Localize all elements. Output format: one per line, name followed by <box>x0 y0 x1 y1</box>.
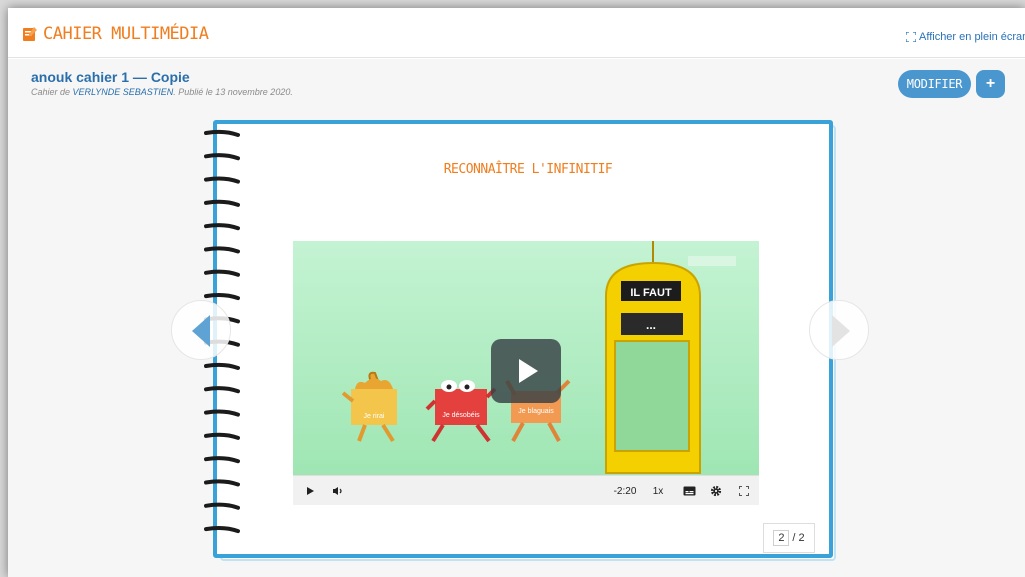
settings-icon <box>710 485 722 497</box>
spiral-ring <box>204 129 240 137</box>
captions-button[interactable] <box>678 476 700 505</box>
character-3-label: Je blaguais <box>518 408 554 415</box>
spiral-ring <box>204 432 240 440</box>
play-icon <box>307 487 314 495</box>
fullscreen-link[interactable]: Afficher en plein écran <box>906 31 1025 43</box>
next-arrow-icon <box>832 315 850 347</box>
top-bar: CAHIER MULTIMÉDIA Afficher en plein écra… <box>8 8 1025 58</box>
time-remaining: -2:20 <box>613 485 637 497</box>
document-title: anouk cahier 1 — Copie <box>31 69 190 85</box>
spiral-ring <box>204 479 240 487</box>
main-content: anouk cahier 1 — Copie Cahier de VERLYND… <box>8 59 1025 577</box>
play-overlay-button[interactable] <box>491 339 561 403</box>
fullscreen-video-icon <box>739 486 749 496</box>
play-icon <box>519 359 538 383</box>
spiral-ring <box>204 223 240 231</box>
spiral-ring <box>204 176 240 184</box>
playback-speed-button[interactable]: 1x <box>647 476 669 505</box>
progress-bar[interactable] <box>353 476 603 505</box>
subtitle-suffix: . Publié le 13 novembre 2020. <box>173 87 293 97</box>
fullscreen-label: Afficher en plein écran <box>919 31 1025 43</box>
fullscreen-icon <box>906 32 916 42</box>
settings-button[interactable] <box>705 476 727 505</box>
spiral-ring <box>204 246 240 254</box>
previous-page-button[interactable] <box>171 300 231 360</box>
sign-label: IL FAUT <box>630 287 672 299</box>
author-link[interactable]: VERLYNDE SEBASTIEN <box>73 87 174 97</box>
spiral-ring <box>204 292 240 301</box>
fullscreen-video-button[interactable] <box>733 476 755 505</box>
modify-button[interactable]: MODIFIER <box>898 70 971 98</box>
spiral-ring <box>204 456 240 464</box>
character-1-label: Je rirai <box>363 413 384 420</box>
add-button[interactable]: + <box>976 70 1005 98</box>
page-total: / 2 <box>792 532 805 544</box>
page-number-input[interactable] <box>773 530 790 546</box>
page-indicator: / 2 <box>763 523 815 553</box>
sign-dots: ... <box>646 318 656 332</box>
control-play-button[interactable] <box>299 476 321 505</box>
volume-icon <box>333 487 342 495</box>
captions-icon <box>683 486 695 496</box>
spiral-ring <box>204 362 240 370</box>
lesson-title: RECONNAÎTRE L'INFINITIF <box>443 162 613 177</box>
spiral-ring <box>204 199 240 207</box>
spiral-ring <box>204 409 240 417</box>
next-page-button[interactable] <box>809 300 869 360</box>
spiral-ring <box>204 525 240 534</box>
spiral-ring <box>204 502 240 510</box>
notebook-icon <box>23 27 37 41</box>
document-subtitle: Cahier de VERLYNDE SEBASTIEN. Publié le … <box>31 87 293 97</box>
video-controls: -2:20 1x <box>293 475 759 505</box>
spiral-ring <box>204 386 240 394</box>
spiral-ring <box>204 153 240 161</box>
spiral-ring <box>204 269 240 277</box>
brand[interactable]: CAHIER MULTIMÉDIA <box>22 24 209 44</box>
subtitle-prefix: Cahier de <box>31 87 73 97</box>
prev-arrow-icon <box>192 315 210 347</box>
video-player[interactable]: IL FAUT ... Je rirai Je désobéis Je blag… <box>293 241 759 505</box>
app-title: CAHIER MULTIMÉDIA <box>43 24 209 44</box>
app-window: CAHIER MULTIMÉDIA Afficher en plein écra… <box>8 8 1025 577</box>
character-2-label: Je désobéis <box>442 412 480 419</box>
volume-button[interactable] <box>327 476 349 505</box>
